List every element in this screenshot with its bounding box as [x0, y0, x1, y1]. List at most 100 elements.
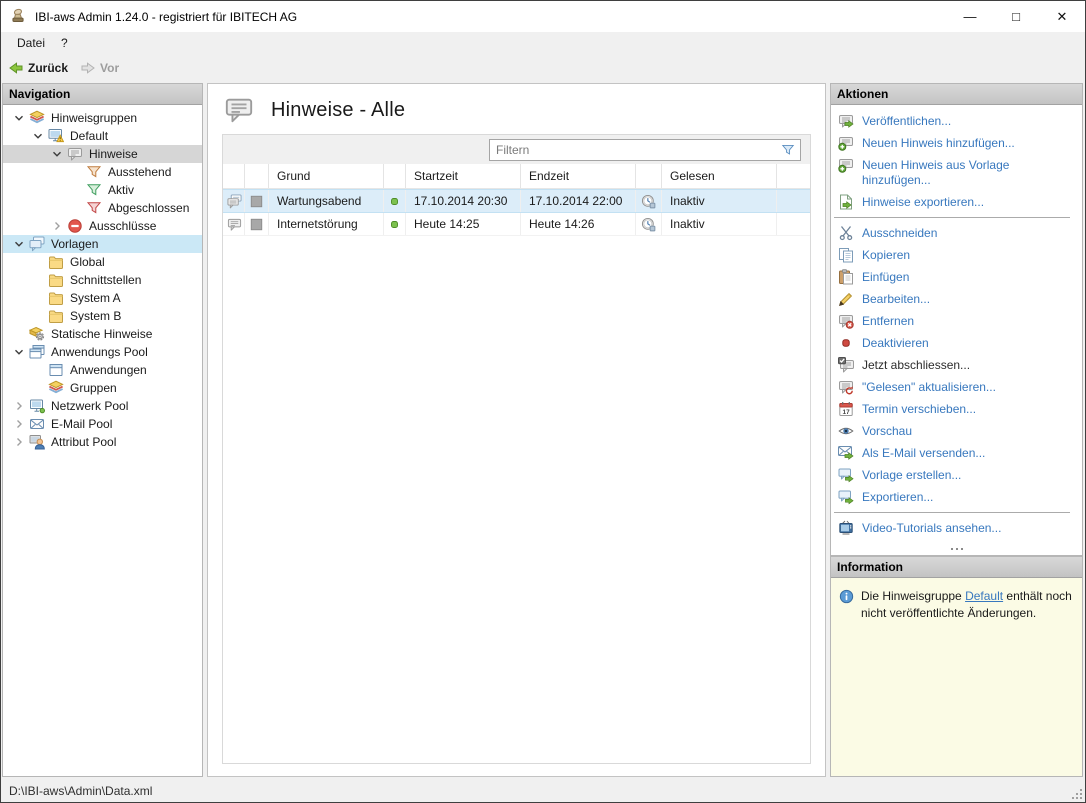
tree-item-default[interactable]: Default: [3, 127, 202, 145]
action-neuen-hinweis-aus-vorlage[interactable]: Neuen Hinweis aus Vorlage hinzufügen...: [831, 154, 1082, 191]
actions-panel: Aktionen Veröffentlichen... Neuen Hinwei…: [830, 83, 1083, 556]
col-endzeit[interactable]: Endzeit: [521, 164, 636, 188]
tree-item-abgeschlossen[interactable]: Abgeschlossen: [3, 199, 202, 217]
navigation-header: Navigation: [3, 84, 202, 105]
action-exportieren[interactable]: Exportieren...: [831, 486, 1082, 508]
action-bearbeiten[interactable]: Bearbeiten...: [831, 288, 1082, 310]
content-area: Navigation Hinweisgruppen Default Hinwei…: [1, 81, 1085, 779]
navigation-tree: Hinweisgruppen Default Hinweise Ausstehe…: [3, 105, 202, 776]
action-veroeffentlichen[interactable]: Veröffentlichen...: [831, 110, 1082, 132]
chevron-right-icon[interactable]: [11, 434, 27, 450]
chevron-down-icon[interactable]: [11, 344, 27, 360]
chevron-down-icon[interactable]: [30, 128, 46, 144]
tree-item-global[interactable]: Global: [3, 253, 202, 271]
tree-item-schnittstellen[interactable]: Schnittstellen: [3, 271, 202, 289]
filter-strip: [223, 135, 810, 164]
tree-item-anwendungs-pool[interactable]: Anwendungs Pool: [3, 343, 202, 361]
table-row-internetstoerung[interactable]: Internetstörung Heute 14:25 Heute 14:26 …: [223, 213, 810, 236]
tree-item-attribut-pool[interactable]: Attribut Pool: [3, 433, 202, 451]
chevron-right-icon[interactable]: [11, 398, 27, 414]
tree-item-anwendungen[interactable]: Anwendungen: [3, 361, 202, 379]
menu-datei[interactable]: Datei: [9, 34, 53, 52]
action-deaktivieren[interactable]: Deaktivieren: [831, 332, 1082, 354]
read-clock-icon: [641, 217, 656, 232]
close-button[interactable]: ✕: [1039, 1, 1085, 32]
information-header: Information: [831, 557, 1082, 578]
tree-item-netzwerk-pool[interactable]: Netzwerk Pool: [3, 397, 202, 415]
tree-item-gruppen[interactable]: Gruppen: [3, 379, 202, 397]
minimize-button[interactable]: —: [947, 1, 993, 32]
tree-item-aktiv[interactable]: Aktiv: [3, 181, 202, 199]
chevron-down-icon[interactable]: [49, 146, 65, 162]
col-gelesen[interactable]: Gelesen: [662, 164, 777, 188]
back-arrow-icon: [8, 60, 24, 76]
info-icon: [839, 589, 854, 604]
col-startzeit[interactable]: Startzeit: [406, 164, 521, 188]
action-als-email-versenden[interactable]: Als E-Mail versenden...: [831, 442, 1082, 464]
action-hinweise-exportieren[interactable]: Hinweise exportieren...: [831, 191, 1082, 213]
tree-item-system-b[interactable]: System B: [3, 307, 202, 325]
forward-label: Vor: [100, 61, 119, 75]
tree-item-vorlagen[interactable]: Vorlagen: [3, 235, 202, 253]
action-neuen-hinweis-hinzufuegen[interactable]: Neuen Hinweis hinzufügen...: [831, 132, 1082, 154]
col-status-dot[interactable]: [384, 164, 406, 188]
back-button[interactable]: Zurück: [8, 60, 68, 76]
action-termin-verschieben[interactable]: Termin verschieben...: [831, 398, 1082, 420]
action-ausschneiden[interactable]: Ausschneiden: [831, 222, 1082, 244]
action-entfernen[interactable]: Entfernen: [831, 310, 1082, 332]
status-bar: D:\IBI-aws\Admin\Data.xml: [1, 779, 1085, 802]
cut-icon: [838, 225, 854, 241]
col-grund[interactable]: Grund: [269, 164, 384, 188]
main-header: Hinweise - Alle: [208, 84, 825, 134]
tree-item-label: Anwendungen: [70, 363, 147, 377]
tree-item-hinweise[interactable]: Hinweise: [3, 145, 202, 163]
table-row-wartungsabend[interactable]: Wartungsabend 17.10.2014 20:30 17.10.201…: [223, 189, 810, 213]
chevron-right-icon[interactable]: [11, 416, 27, 432]
tree-item-system-a[interactable]: System A: [3, 289, 202, 307]
create-template-icon: [838, 467, 854, 483]
menu-help[interactable]: ?: [53, 34, 76, 52]
chevron-down-icon[interactable]: [11, 110, 27, 126]
tree-item-ausschluesse[interactable]: Ausschlüsse: [3, 217, 202, 235]
notice-icon: [227, 217, 242, 232]
notice-double-icon: [227, 194, 242, 209]
copy-icon: [838, 247, 854, 263]
filter-input[interactable]: [490, 143, 781, 157]
tree-item-statische-hinweise[interactable]: Statische Hinweise: [3, 325, 202, 343]
action-gelesen-aktualisieren[interactable]: "Gelesen" aktualisieren...: [831, 376, 1082, 398]
export-notices-icon: [838, 194, 854, 210]
forward-button[interactable]: Vor: [80, 60, 119, 76]
tree-item-label: Global: [70, 255, 105, 269]
page-title: Hinweise - Alle: [271, 99, 405, 122]
exclusions-icon: [67, 218, 83, 234]
tree-item-hinweisgruppen[interactable]: Hinweisgruppen: [3, 109, 202, 127]
tree-item-ausstehend[interactable]: Ausstehend: [3, 163, 202, 181]
tree-item-email-pool[interactable]: E-Mail Pool: [3, 415, 202, 433]
col-type-icon[interactable]: [223, 164, 245, 188]
action-kopieren[interactable]: Kopieren: [831, 244, 1082, 266]
action-vorlage-erstellen[interactable]: Vorlage erstellen...: [831, 464, 1082, 486]
maximize-button[interactable]: □: [993, 1, 1039, 32]
chevron-down-icon[interactable]: [11, 236, 27, 252]
email-pool-icon: [29, 416, 45, 432]
filter-funnel-icon[interactable]: [781, 143, 795, 157]
resize-grip[interactable]: [1070, 787, 1083, 800]
default-group-link[interactable]: Default: [965, 589, 1003, 603]
static-notices-icon: [29, 326, 45, 342]
cell-endzeit: 17.10.2014 22:00: [521, 190, 636, 212]
col-state-icon[interactable]: [245, 164, 269, 188]
table-header: Grund Startzeit Endzeit Gelesen: [223, 164, 810, 189]
panel-splitter-grip[interactable]: [831, 543, 1082, 555]
remove-icon: [838, 313, 854, 329]
window-controls: — □ ✕: [947, 1, 1085, 32]
action-einfuegen[interactable]: Einfügen: [831, 266, 1082, 288]
actions-separator: [834, 512, 1070, 513]
action-jetzt-abschliessen[interactable]: Jetzt abschliessen...: [831, 354, 1082, 376]
navigation-panel: Navigation Hinweisgruppen Default Hinwei…: [2, 83, 203, 777]
tree-item-label: Default: [70, 129, 108, 143]
action-vorschau[interactable]: Vorschau: [831, 420, 1082, 442]
chevron-right-icon[interactable]: [49, 218, 65, 234]
action-video-tutorials[interactable]: Video-Tutorials ansehen...: [831, 517, 1082, 539]
tree-item-label: Vorlagen: [51, 237, 98, 251]
col-gelesen-icon[interactable]: [636, 164, 662, 188]
